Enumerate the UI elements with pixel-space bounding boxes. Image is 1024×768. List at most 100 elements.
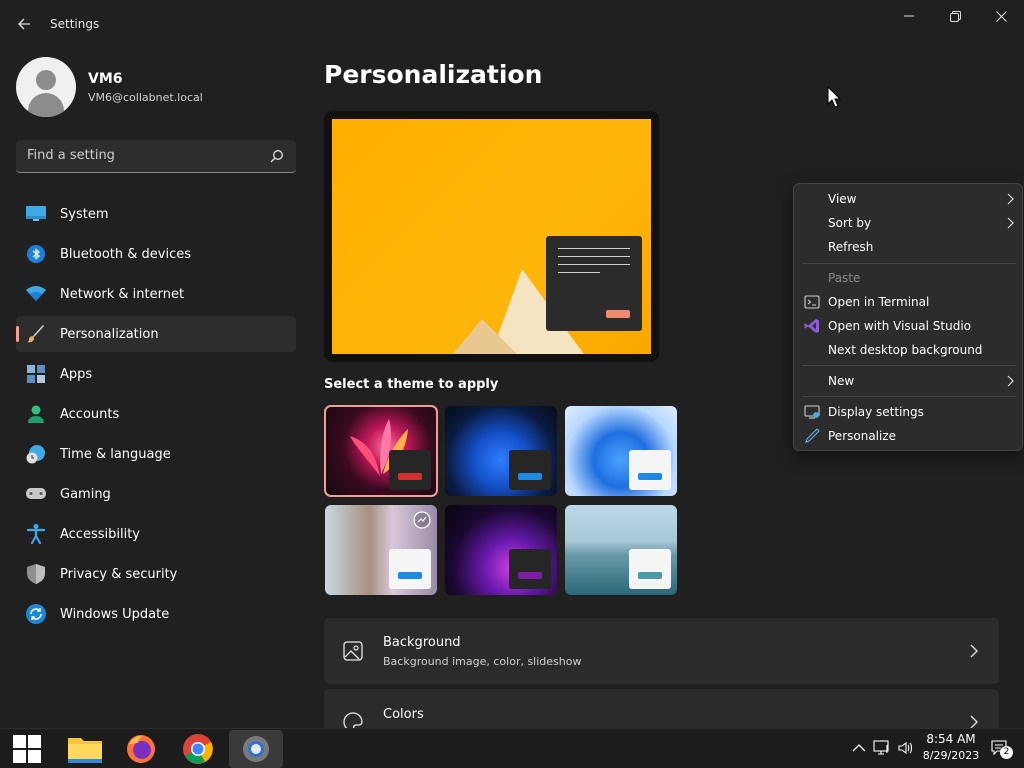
clock-date: 8/29/2023 — [922, 749, 980, 762]
wallpaper-preview — [332, 119, 651, 354]
clock-globe-icon — [26, 444, 46, 464]
slideshow-icon — [413, 511, 431, 529]
theme-tile[interactable] — [565, 505, 677, 595]
monitor-icon — [26, 204, 46, 224]
card-title: Background — [383, 635, 461, 650]
settings-gear-icon — [243, 736, 269, 762]
menu-item-display-settings[interactable]: Display settings — [798, 400, 1018, 424]
sidebar-item-label: Network & internet — [60, 286, 185, 302]
sidebar-item-label: System — [60, 206, 109, 222]
close-button[interactable] — [978, 4, 1024, 28]
sidebar-item-label: Personalization — [60, 326, 159, 342]
menu-item-personalize[interactable]: Personalize — [798, 424, 1018, 448]
sidebar-item-label: Windows Update — [60, 606, 170, 622]
bluetooth-icon — [26, 244, 46, 264]
sidebar-item-label: Bluetooth & devices — [60, 246, 191, 262]
profile-email: VM6@collabnet.local — [88, 90, 203, 104]
sidebar-item-accessibility[interactable]: Accessibility — [16, 516, 296, 552]
search-box[interactable] — [16, 140, 296, 173]
colors-settings-card[interactable]: Colors — [324, 689, 999, 732]
chrome-icon — [183, 734, 213, 764]
search-icon[interactable] — [270, 149, 284, 163]
terminal-icon — [804, 295, 820, 309]
pen-icon — [805, 428, 820, 443]
folder-icon — [68, 738, 102, 763]
taskbar: 8:54 AM 8/29/2023 2 — [0, 728, 1024, 768]
sidebar-nav: System Bluetooth & devices Network & int… — [16, 196, 296, 636]
sidebar-item-gaming[interactable]: Gaming — [16, 476, 296, 512]
clock-time: 8:54 AM — [926, 732, 976, 746]
paintbrush-icon — [26, 324, 46, 344]
person-icon — [26, 404, 46, 424]
accessibility-icon — [26, 524, 46, 544]
menu-item-refresh[interactable]: Refresh — [798, 235, 1018, 259]
theme-tile[interactable] — [445, 406, 557, 496]
theme-tile[interactable] — [325, 505, 437, 595]
menu-item-paste: Paste — [828, 271, 861, 285]
chevron-right-icon — [1007, 217, 1014, 229]
start-button[interactable] — [0, 730, 54, 768]
app-title: Settings — [50, 17, 100, 31]
back-button[interactable] — [14, 14, 34, 34]
search-input[interactable] — [16, 140, 256, 171]
theme-tile[interactable] — [565, 406, 677, 496]
menu-item-sort-by[interactable]: Sort by — [798, 211, 1018, 235]
sidebar-item-accounts[interactable]: Accounts — [16, 396, 296, 432]
image-icon — [343, 641, 363, 661]
shield-icon — [26, 564, 46, 584]
avatar — [16, 57, 76, 117]
taskbar-chrome[interactable] — [171, 730, 225, 768]
sidebar-item-label: Time & language — [60, 446, 171, 462]
close-icon — [995, 10, 1007, 22]
menu-item-new[interactable]: New — [798, 369, 1018, 393]
minimize-button[interactable] — [886, 4, 932, 28]
taskbar-file-explorer[interactable] — [58, 730, 112, 768]
sidebar-item-personalization[interactable]: Personalization — [16, 316, 296, 352]
user-profile[interactable]: VM6 VM6@collabnet.local — [16, 57, 203, 117]
chevron-up-icon[interactable] — [850, 739, 868, 757]
taskbar-clock[interactable]: 8:54 AM 8/29/2023 — [920, 732, 982, 762]
sidebar-item-label: Accessibility — [60, 526, 140, 542]
apps-icon — [26, 364, 46, 384]
sidebar-item-time-language[interactable]: Time & language — [16, 436, 296, 472]
theme-tile[interactable] — [324, 405, 438, 497]
sidebar-item-label: Accounts — [60, 406, 120, 422]
card-title: Colors — [383, 707, 424, 722]
sidebar-item-label: Apps — [60, 366, 93, 382]
sidebar-item-windows-update[interactable]: Windows Update — [16, 596, 296, 632]
sidebar-item-apps[interactable]: Apps — [16, 356, 296, 392]
theme-section-label: Select a theme to apply — [324, 377, 499, 392]
taskbar-settings[interactable] — [229, 730, 283, 768]
menu-item-view[interactable]: View — [798, 187, 1018, 211]
sidebar-item-label: Gaming — [60, 486, 111, 502]
profile-name: VM6 — [88, 70, 123, 87]
menu-item-open-in-terminal[interactable]: Open in Terminal — [798, 290, 1018, 314]
network-icon[interactable] — [873, 739, 891, 757]
minimize-icon — [904, 15, 914, 17]
desktop-context-menu: View Sort by Refresh Paste Open in Termi… — [793, 183, 1023, 451]
sidebar-item-privacy[interactable]: Privacy & security — [16, 556, 296, 592]
display-settings-icon — [804, 405, 820, 419]
theme-tile[interactable] — [445, 505, 557, 595]
sidebar-item-bluetooth[interactable]: Bluetooth & devices — [16, 236, 296, 272]
back-arrow-icon — [18, 18, 30, 30]
sidebar-item-system[interactable]: System — [16, 196, 296, 232]
menu-item-open-with-visual-studio[interactable]: Open with Visual Studio — [798, 314, 1018, 338]
restore-icon — [949, 10, 961, 22]
notification-button[interactable]: 2 — [990, 738, 1014, 760]
mouse-cursor — [827, 86, 841, 108]
title-bar: Settings — [0, 0, 1024, 48]
card-subtitle: Background image, color, slideshow — [383, 655, 582, 668]
notification-badge: 2 — [1000, 746, 1013, 759]
taskbar-firefox[interactable] — [114, 730, 168, 768]
windows-logo-icon — [13, 735, 41, 763]
sidebar-item-network[interactable]: Network & internet — [16, 276, 296, 312]
volume-icon[interactable] — [897, 739, 915, 757]
background-settings-card[interactable]: Background Background image, color, slid… — [324, 618, 999, 684]
gamepad-icon — [26, 484, 46, 504]
menu-item-next-desktop-background[interactable]: Next desktop background — [798, 338, 1018, 362]
theme-preview — [324, 111, 659, 362]
restore-button[interactable] — [932, 4, 978, 28]
chevron-right-icon — [1007, 193, 1014, 205]
chevron-right-icon — [1007, 375, 1014, 387]
